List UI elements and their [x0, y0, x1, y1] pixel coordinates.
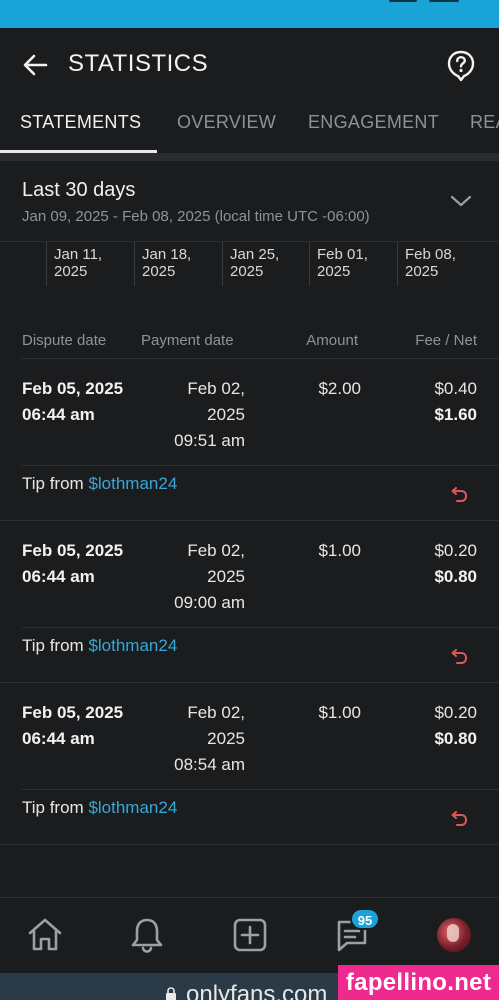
- tip-user-link[interactable]: $lothman24: [88, 798, 177, 817]
- url-text: onlyfans.com: [186, 981, 328, 1000]
- signal-icon: [389, 0, 417, 2]
- watermark: fapellino.net: [338, 965, 499, 1000]
- back-arrow-icon[interactable]: [20, 50, 50, 80]
- divider: [22, 789, 499, 790]
- divider: [22, 465, 499, 466]
- fee: $0.20: [434, 703, 477, 722]
- status-bar: [0, 0, 499, 28]
- timeline-tick: [46, 242, 47, 286]
- dispute-date-day: Feb 05, 2025: [22, 541, 124, 560]
- timeline-label: Jan 11, 2025: [54, 246, 103, 280]
- home-icon[interactable]: [26, 916, 64, 954]
- dispute-date-time: 06:44 am: [22, 405, 95, 424]
- timeline-label: Feb 08, 2025: [405, 246, 456, 280]
- tip-prefix: Tip from: [22, 474, 89, 493]
- amount: $2.00: [318, 379, 361, 398]
- payment-date-day: Feb 02, 2025: [187, 379, 245, 424]
- lock-icon: [166, 987, 176, 1000]
- dispute-date-time: 06:44 am: [22, 729, 95, 748]
- avatar[interactable]: [437, 918, 471, 952]
- messages-badge: 95: [350, 908, 380, 930]
- tip-prefix: Tip from: [22, 636, 89, 655]
- chargeback-icon: [451, 649, 468, 664]
- column-header-amount: Amount: [306, 332, 358, 349]
- tip-description: Tip from $lothman24: [22, 636, 177, 656]
- timeline-tick: [134, 242, 135, 286]
- bottom-navigation: 95: [0, 897, 499, 973]
- payment-date: Feb 02, 2025 09:00 am: [148, 538, 245, 616]
- timeline-label: Feb 01, 2025: [317, 246, 368, 280]
- date-range-dates: Jan 09, 2025 - Feb 08, 2025 (local time …: [22, 208, 370, 225]
- chargeback-icon: [451, 487, 468, 502]
- chargeback-icon: [451, 811, 468, 826]
- amount: $1.00: [318, 703, 361, 722]
- timeline-axis: Jan 11, 2025 Jan 18, 2025 Jan 25, 2025 F…: [0, 242, 499, 290]
- table-row: Feb 05, 2025 06:44 am Feb 02, 2025 09:51 …: [0, 359, 499, 521]
- tip-description: Tip from $lothman24: [22, 798, 177, 818]
- timeline-tick: [309, 242, 310, 286]
- status-icons: [389, 0, 459, 4]
- divider: [0, 844, 499, 845]
- payment-date-time: 09:51 am: [174, 431, 245, 450]
- battery-icon: [429, 0, 459, 2]
- divider: [22, 627, 499, 628]
- net: $0.80: [434, 567, 477, 586]
- timeline-label: Jan 18, 2025: [142, 246, 192, 280]
- payment-date-day: Feb 02, 2025: [187, 703, 245, 748]
- column-header-fee-net: Fee / Net: [415, 332, 477, 349]
- dispute-date-time: 06:44 am: [22, 567, 95, 586]
- tip-prefix: Tip from: [22, 798, 89, 817]
- tabs-divider: [0, 153, 499, 161]
- payment-date-day: Feb 02, 2025: [187, 541, 245, 586]
- column-header-payment: Payment date: [141, 332, 234, 349]
- dispute-date-day: Feb 05, 2025: [22, 379, 124, 398]
- fee: $0.40: [434, 379, 477, 398]
- payment-date: Feb 02, 2025 08:54 am: [148, 700, 245, 778]
- tip-user-link[interactable]: $lothman24: [88, 636, 177, 655]
- tab-statements[interactable]: STATEMENTS: [20, 112, 141, 133]
- tab-engagement[interactable]: ENGAGEMENT: [308, 112, 439, 133]
- payment-date: Feb 02, 2025 09:51 am: [148, 376, 245, 454]
- app-bar: STATISTICS: [0, 28, 499, 100]
- timeline-tick: [222, 242, 223, 286]
- table-row: Feb 05, 2025 06:44 am Feb 02, 2025 08:54 …: [0, 683, 499, 845]
- column-header-dispute: Dispute date: [22, 332, 107, 349]
- dispute-date: Feb 05, 2025 06:44 am: [22, 700, 123, 752]
- tip-user-link[interactable]: $lothman24: [88, 474, 177, 493]
- timeline-label: Jan 25, 2025: [230, 246, 280, 280]
- timeline-tick: [397, 242, 398, 286]
- add-post-icon[interactable]: [231, 916, 269, 954]
- chevron-down-icon: [450, 195, 472, 207]
- tip-description: Tip from $lothman24: [22, 474, 177, 494]
- notifications-bell-icon[interactable]: [128, 916, 166, 954]
- table-row: Feb 05, 2025 06:44 am Feb 02, 2025 09:00 …: [0, 521, 499, 683]
- page-title: STATISTICS: [68, 50, 209, 77]
- net: $0.80: [434, 729, 477, 748]
- table-header: Dispute date Payment date Amount Fee / N…: [0, 330, 499, 358]
- help-icon[interactable]: [446, 50, 476, 82]
- dispute-date: Feb 05, 2025 06:44 am: [22, 376, 123, 428]
- net: $1.60: [434, 405, 477, 424]
- tab-reach[interactable]: REA: [470, 112, 499, 133]
- payment-date-time: 09:00 am: [174, 593, 245, 612]
- date-range-label: Last 30 days: [22, 179, 136, 201]
- tab-bar: STATEMENTS OVERVIEW ENGAGEMENT REA: [0, 100, 499, 154]
- amount: $1.00: [318, 541, 361, 560]
- date-range-selector[interactable]: Last 30 days Jan 09, 2025 - Feb 08, 2025…: [0, 161, 499, 241]
- tab-overview[interactable]: OVERVIEW: [177, 112, 276, 133]
- payment-date-time: 08:54 am: [174, 755, 245, 774]
- dispute-date: Feb 05, 2025 06:44 am: [22, 538, 123, 590]
- dispute-date-day: Feb 05, 2025: [22, 703, 124, 722]
- fee: $0.20: [434, 541, 477, 560]
